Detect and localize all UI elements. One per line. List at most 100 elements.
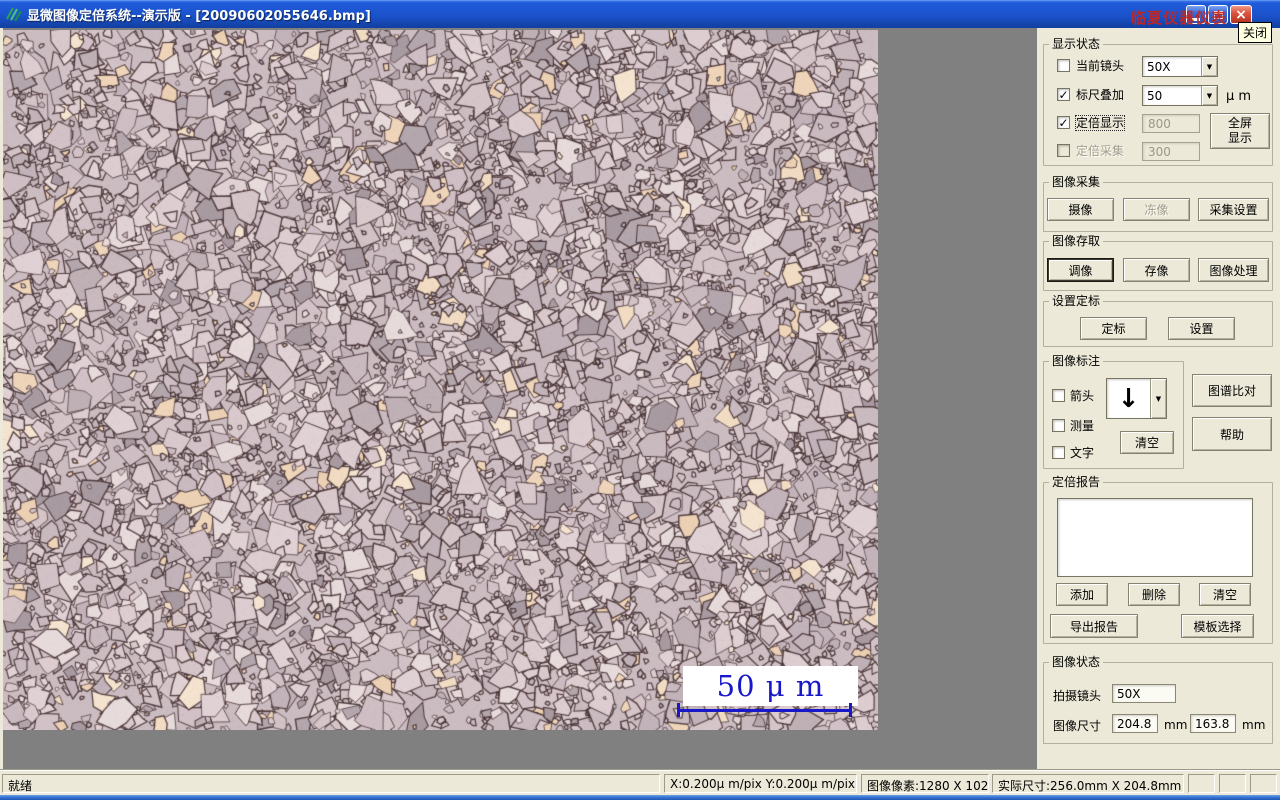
fixed-capture-input: 300 — [1142, 142, 1200, 161]
scale-bar-label-box: 50 μ m — [683, 666, 858, 706]
template-select-button[interactable]: 模板选择 — [1181, 614, 1254, 638]
groupbox-annotation-title: 图像标注 — [1049, 354, 1104, 368]
status-empty-1 — [1188, 774, 1215, 793]
report-listbox[interactable] — [1057, 498, 1253, 577]
save-image-button[interactable]: 存像 — [1123, 258, 1190, 282]
status-image-pixels: 图像像素:1280 X 1024 — [861, 774, 989, 793]
arrow-checkbox[interactable] — [1052, 389, 1065, 402]
image-width-unit: mm — [1164, 718, 1188, 732]
check-icon: ✓ — [1058, 87, 1069, 102]
micrograph-canvas — [3, 30, 878, 730]
lens-value-field: 50X — [1112, 684, 1176, 703]
restore-button[interactable] — [1208, 5, 1228, 24]
annotation-clear-button[interactable]: 清空 — [1120, 431, 1174, 454]
groupbox-capture: 图像采集 摄像 冻像 采集设置 — [1043, 175, 1273, 232]
window-title: 显微图像定倍系统--演示版 - [20090602055646.bmp] — [27, 9, 371, 24]
arrow-style-icon: ↓ — [1117, 383, 1140, 414]
report-add-button[interactable]: 添加 — [1056, 583, 1108, 606]
annotation-clear-button-label: 清空 — [1134, 436, 1159, 450]
chevron-down-icon[interactable]: ▼ — [1201, 57, 1217, 76]
close-icon: × — [1235, 6, 1247, 23]
current-lens-value: 50X — [1147, 59, 1171, 74]
text-checkbox[interactable] — [1052, 446, 1065, 459]
calibration-setup-button[interactable]: 设置 — [1168, 317, 1235, 340]
groupbox-display-status-title: 显示状态 — [1049, 37, 1104, 51]
groupbox-report-title: 定倍报告 — [1049, 475, 1104, 489]
groupbox-image-status: 图像状态 拍摄镜头 50X 图像尺寸 204.8 mm 163.8 mm — [1043, 655, 1273, 744]
image-width-field: 204.8 — [1112, 714, 1158, 733]
groupbox-display-status: 显示状态 当前镜头 50X ▼ ✓ 标尺叠加 50 ▼ μ m ✓ 定倍显示 8… — [1043, 37, 1273, 166]
report-delete-button[interactable]: 删除 — [1128, 583, 1180, 606]
fixed-display-input: 800 — [1142, 114, 1200, 133]
save-image-button-label: 存像 — [1144, 263, 1169, 278]
lens-value: 50X — [1117, 686, 1141, 701]
image-width-value: 204.8 — [1117, 716, 1152, 731]
micrograph-image[interactable]: 50 μ m — [3, 30, 878, 730]
measure-checkbox[interactable] — [1052, 419, 1065, 432]
calibrate-button[interactable]: 定标 — [1080, 317, 1147, 340]
scale-overlay-combobox[interactable]: 50 ▼ — [1142, 85, 1218, 106]
arrow-style-combobox[interactable]: ↓ ▼ — [1106, 378, 1167, 419]
status-pixel-scale: X:0.200μ m/pix Y:0.200μ m/pix — [664, 774, 857, 793]
load-image-button[interactable]: 调像 — [1047, 258, 1114, 282]
scale-overlay-label: 标尺叠加 — [1076, 88, 1125, 102]
text-checkbox-label: 文字 — [1070, 446, 1095, 460]
image-size-label: 图像尺寸 — [1053, 719, 1102, 733]
app-icon — [5, 6, 22, 23]
fixed-display-value: 800 — [1148, 116, 1171, 131]
export-report-button-label: 导出报告 — [1069, 619, 1118, 634]
help-button[interactable]: 帮助 — [1192, 417, 1272, 451]
workspace-background: 50 μ m — [3, 28, 1037, 770]
chevron-down-icon[interactable]: ▼ — [1150, 379, 1166, 418]
groupbox-storage-title: 图像存取 — [1049, 234, 1104, 248]
scale-overlay-checkbox[interactable]: ✓ — [1057, 88, 1070, 101]
capture-settings-button[interactable]: 采集设置 — [1198, 198, 1269, 221]
image-processing-button[interactable]: 图像处理 — [1198, 258, 1269, 282]
status-empty-2 — [1219, 774, 1246, 793]
current-lens-checkbox[interactable] — [1057, 59, 1070, 72]
freeze-button: 冻像 — [1123, 198, 1190, 221]
check-icon: ✓ — [1058, 115, 1069, 130]
fixed-capture-label: 定倍采集 — [1076, 144, 1125, 158]
status-ready: 就绪 — [2, 774, 660, 793]
fullscreen-button[interactable]: 全屏显示 — [1210, 113, 1270, 149]
groupbox-storage: 图像存取 调像 存像 图像处理 — [1043, 234, 1273, 291]
groupbox-report: 定倍报告 添加 删除 清空 导出报告 模板选择 — [1043, 475, 1273, 644]
restore-icon — [1213, 10, 1223, 19]
report-clear-button-label: 清空 — [1212, 588, 1237, 602]
fixed-capture-checkbox — [1057, 144, 1070, 157]
report-clear-button[interactable]: 清空 — [1199, 583, 1251, 606]
load-image-button-label: 调像 — [1068, 263, 1093, 278]
groupbox-calibration: 设置定标 定标 设置 — [1043, 294, 1273, 347]
image-height-unit: mm — [1242, 718, 1266, 732]
template-select-button-label: 模板选择 — [1193, 619, 1242, 634]
export-report-button[interactable]: 导出报告 — [1050, 614, 1138, 638]
current-lens-label: 当前镜头 — [1076, 59, 1125, 73]
atlas-compare-button[interactable]: 图谱比对 — [1192, 374, 1272, 407]
minimize-button[interactable] — [1186, 5, 1206, 24]
groupbox-calibration-title: 设置定标 — [1049, 294, 1104, 308]
freeze-button-label: 冻像 — [1144, 203, 1169, 217]
report-delete-button-label: 删除 — [1141, 588, 1166, 602]
fixed-display-checkbox[interactable]: ✓ — [1057, 116, 1070, 129]
capture-settings-button-label: 采集设置 — [1209, 203, 1258, 217]
minimize-icon — [1192, 17, 1200, 21]
atlas-compare-button-label: 图谱比对 — [1207, 384, 1256, 398]
titlebar: 显微图像定倍系统--演示版 - [20090602055646.bmp] × — [0, 0, 1280, 28]
groupbox-image-status-title: 图像状态 — [1049, 655, 1104, 669]
chevron-down-icon[interactable]: ▼ — [1201, 86, 1217, 105]
arrow-checkbox-label: 箭头 — [1070, 389, 1095, 403]
fixed-capture-value: 300 — [1148, 144, 1171, 159]
image-height-field: 163.8 — [1190, 714, 1236, 733]
lens-label: 拍摄镜头 — [1053, 689, 1102, 703]
help-button-label: 帮助 — [1219, 427, 1244, 442]
camera-button[interactable]: 摄像 — [1047, 198, 1114, 221]
groupbox-capture-title: 图像采集 — [1049, 175, 1104, 189]
fullscreen-button-label: 全屏显示 — [1227, 116, 1252, 145]
camera-button-label: 摄像 — [1068, 203, 1093, 217]
groupbox-annotation: 图像标注 箭头 ↓ ▼ 测量 文字 清空 — [1043, 354, 1184, 469]
fixed-display-label: 定倍显示 — [1074, 115, 1126, 131]
status-actual-size: 实际尺寸:256.0mm X 204.8mm — [992, 774, 1184, 793]
current-lens-combobox[interactable]: 50X ▼ — [1142, 56, 1218, 77]
app-window: { "window": { "title": "显微图像定倍系统--演示版 - … — [0, 0, 1280, 800]
